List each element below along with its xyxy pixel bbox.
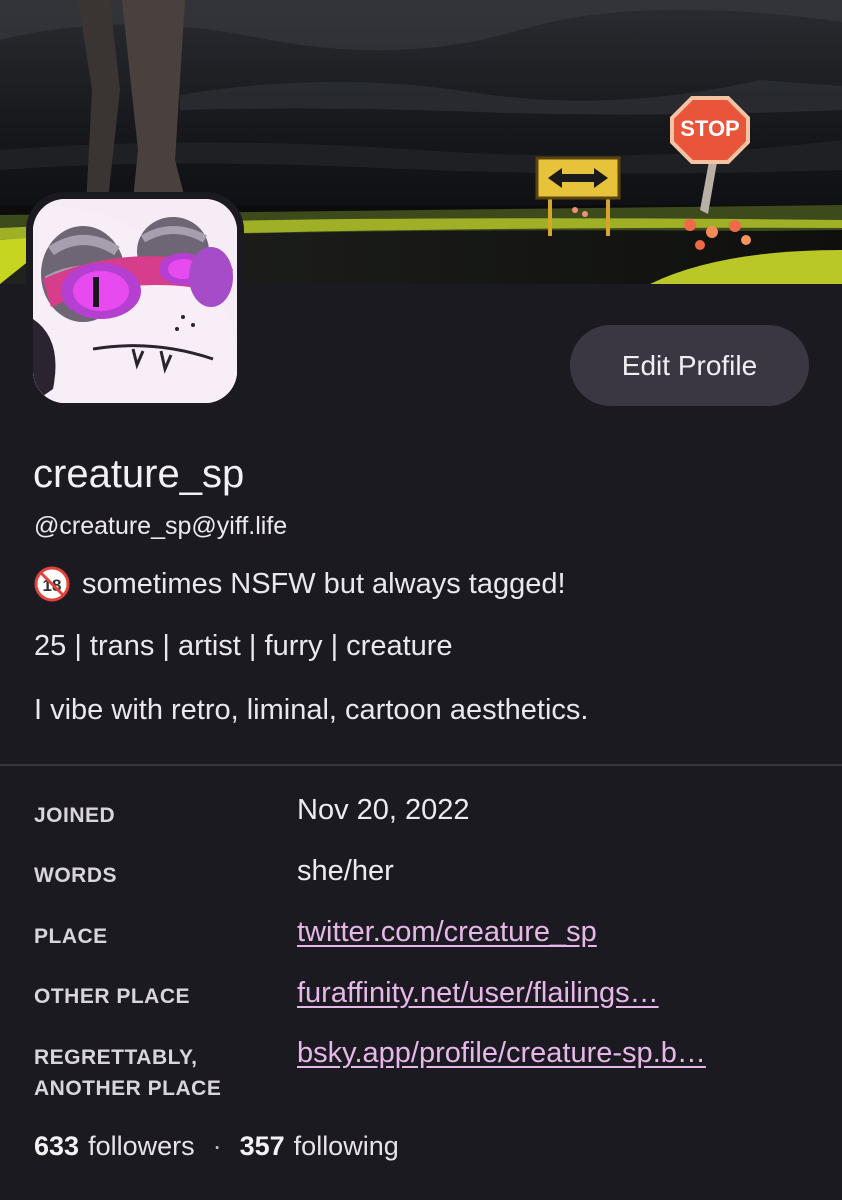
bio-text-nsfw: sometimes NSFW but always tagged!	[82, 567, 566, 600]
field-value-pronouns: she/her	[297, 855, 394, 887]
field-label-place: PLACE	[34, 925, 108, 948]
followers-count: 633	[34, 1131, 80, 1161]
bio-line-nsfw: 18 sometimes NSFW but always tagged!	[34, 566, 566, 602]
followers-link[interactable]: 633 followers	[34, 1131, 195, 1162]
edit-profile-button[interactable]: Edit Profile	[570, 325, 809, 406]
field-label-another-place: REGRETTABLY, ANOTHER PLACE	[34, 1046, 222, 1100]
followers-label: followers	[88, 1131, 195, 1161]
field-link-furaffinity[interactable]: furaffinity.net/user/flailings…	[297, 977, 659, 1010]
field-label-other-place: OTHER PLACE	[34, 985, 191, 1008]
follow-stats: 633 followers · 357 following	[34, 1131, 399, 1162]
no-under-18-icon: 18	[34, 566, 70, 602]
account-handle: @creature_sp@yiff.life	[34, 512, 288, 540]
profile-avatar[interactable]	[26, 192, 244, 410]
following-link[interactable]: 357 following	[240, 1131, 399, 1162]
bio-line-aesthetics: I vibe with retro, liminal, cartoon aest…	[34, 694, 589, 726]
following-label: following	[293, 1131, 399, 1161]
field-value-joined: Nov 20, 2022	[297, 794, 470, 826]
bio-line-identity: 25 | trans | artist | furry | creature	[34, 630, 453, 662]
stop-sign-text: STOP	[680, 116, 740, 141]
display-name: creature_sp	[33, 452, 245, 496]
field-link-bsky[interactable]: bsky.app/profile/creature-sp.b…	[297, 1037, 706, 1070]
section-divider	[0, 764, 842, 766]
following-count: 357	[239, 1131, 285, 1161]
field-label-joined: JOINED	[34, 804, 116, 827]
stats-separator: ·	[212, 1131, 222, 1161]
field-link-twitter[interactable]: twitter.com/creature_sp	[297, 916, 597, 949]
field-label-words: WORDS	[34, 864, 117, 887]
